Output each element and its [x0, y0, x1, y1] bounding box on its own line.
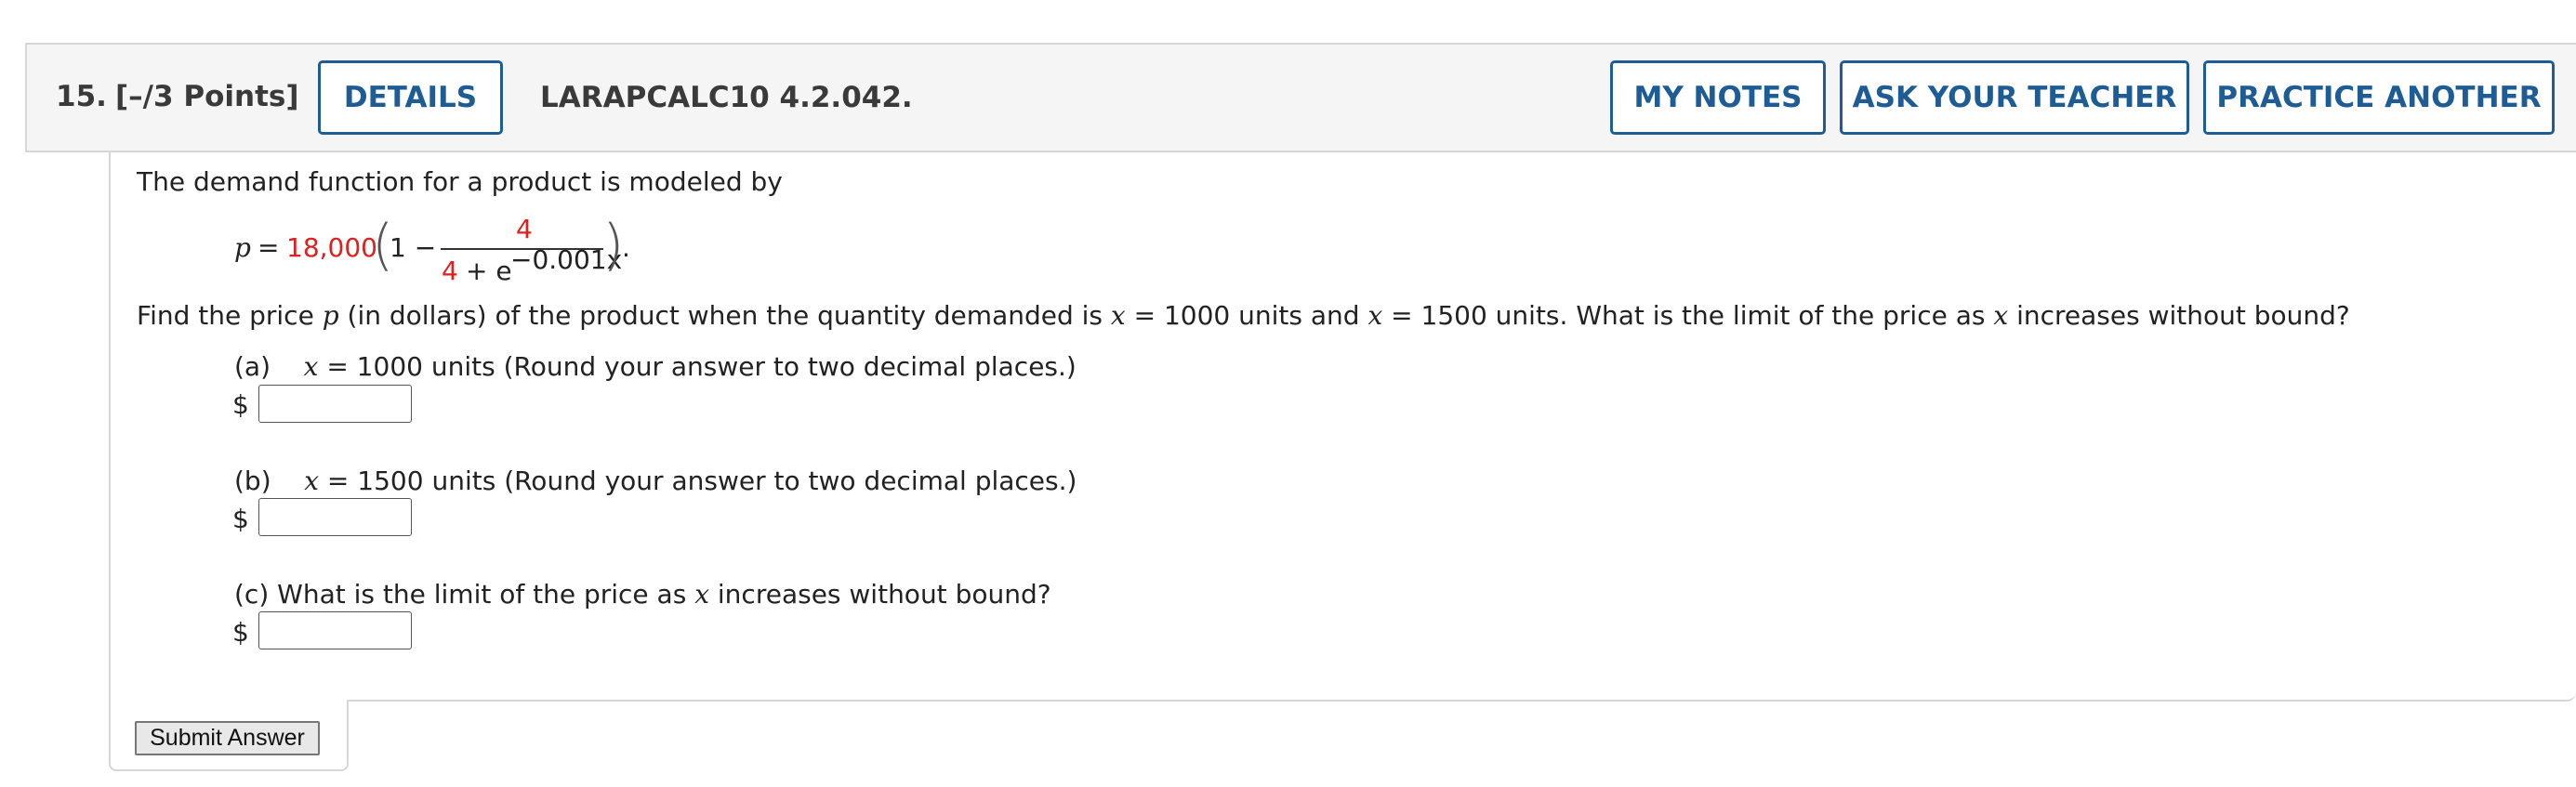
question-header: 15. [–/3 Points] DETAILS LARAPCALC10 4.2… [25, 43, 2576, 152]
formula-lhs: p [234, 232, 251, 263]
question-text: Find the price p (in dollars) of the pro… [137, 303, 2350, 329]
part-a-dollar: $ [232, 389, 249, 420]
question-segment: = 1500 units. What is the limit of the p… [1382, 300, 1994, 331]
formula-numerator: 4 [516, 214, 533, 244]
question-var-x: x [1993, 300, 2009, 331]
part-c-var: x [694, 579, 709, 610]
part-a-label: (a) [234, 351, 271, 382]
formula-trailing: . [622, 232, 630, 263]
part-a-var: x [303, 351, 319, 382]
part-c-label: (c) [234, 579, 270, 610]
question-segment: Find the price [137, 300, 323, 331]
part-a-prompt: (a) x = 1000 units (Round your answer to… [234, 354, 1077, 380]
part-b-prompt: (b) x = 1500 units (Round your answer to… [234, 468, 1077, 494]
part-b-label: (b) [234, 466, 271, 496]
question-segment: increases without bound? [2008, 300, 2350, 331]
answer-input-c[interactable] [258, 611, 412, 649]
question-var-p: p [322, 300, 339, 331]
formula-one-minus: 1 − [390, 232, 437, 263]
formula-denominator-plus: + e [466, 256, 512, 286]
part-c-text: increases without bound? [709, 579, 1051, 610]
formula-coefficient: 18,000 [286, 232, 377, 263]
part-b-dollar: $ [232, 504, 249, 534]
question-segment: = 1000 units and [1125, 300, 1368, 331]
question-var-x: x [1110, 300, 1126, 331]
formula-denominator-const: 4 [442, 256, 458, 286]
assignment-id: LARAPCALC10 4.2.042. [540, 81, 913, 114]
my-notes-button[interactable]: MY NOTES [1610, 60, 1826, 135]
practice-another-button[interactable]: PRACTICE ANOTHER [2203, 60, 2555, 135]
part-b-var: x [304, 466, 320, 496]
formula-right-paren: ) [602, 213, 625, 278]
part-b-text: = 1500 units (Round your answer to two d… [319, 466, 1077, 496]
answer-input-a[interactable] [258, 385, 412, 423]
points-label: [–/3 Points] [115, 80, 299, 113]
question-segment: (in dollars) of the product when the qua… [338, 300, 1111, 331]
question-body [109, 152, 2576, 702]
part-c-text: What is the limit of the price as [269, 579, 695, 610]
question-var-x: x [1367, 300, 1383, 331]
details-button[interactable]: DETAILS [318, 60, 503, 135]
ask-your-teacher-button[interactable]: ASK YOUR TEACHER [1840, 60, 2189, 135]
answer-input-b[interactable] [258, 498, 412, 536]
part-c-prompt: (c) What is the limit of the price as x … [234, 582, 1051, 608]
submit-answer-button[interactable]: Submit Answer [135, 721, 320, 755]
problem-intro: The demand function for a product is mod… [137, 166, 783, 197]
question-number: 15. [56, 80, 107, 113]
formula-equals: = [258, 232, 280, 263]
part-c-dollar: $ [232, 617, 249, 648]
part-a-text: = 1000 units (Round your answer to two d… [318, 351, 1077, 382]
